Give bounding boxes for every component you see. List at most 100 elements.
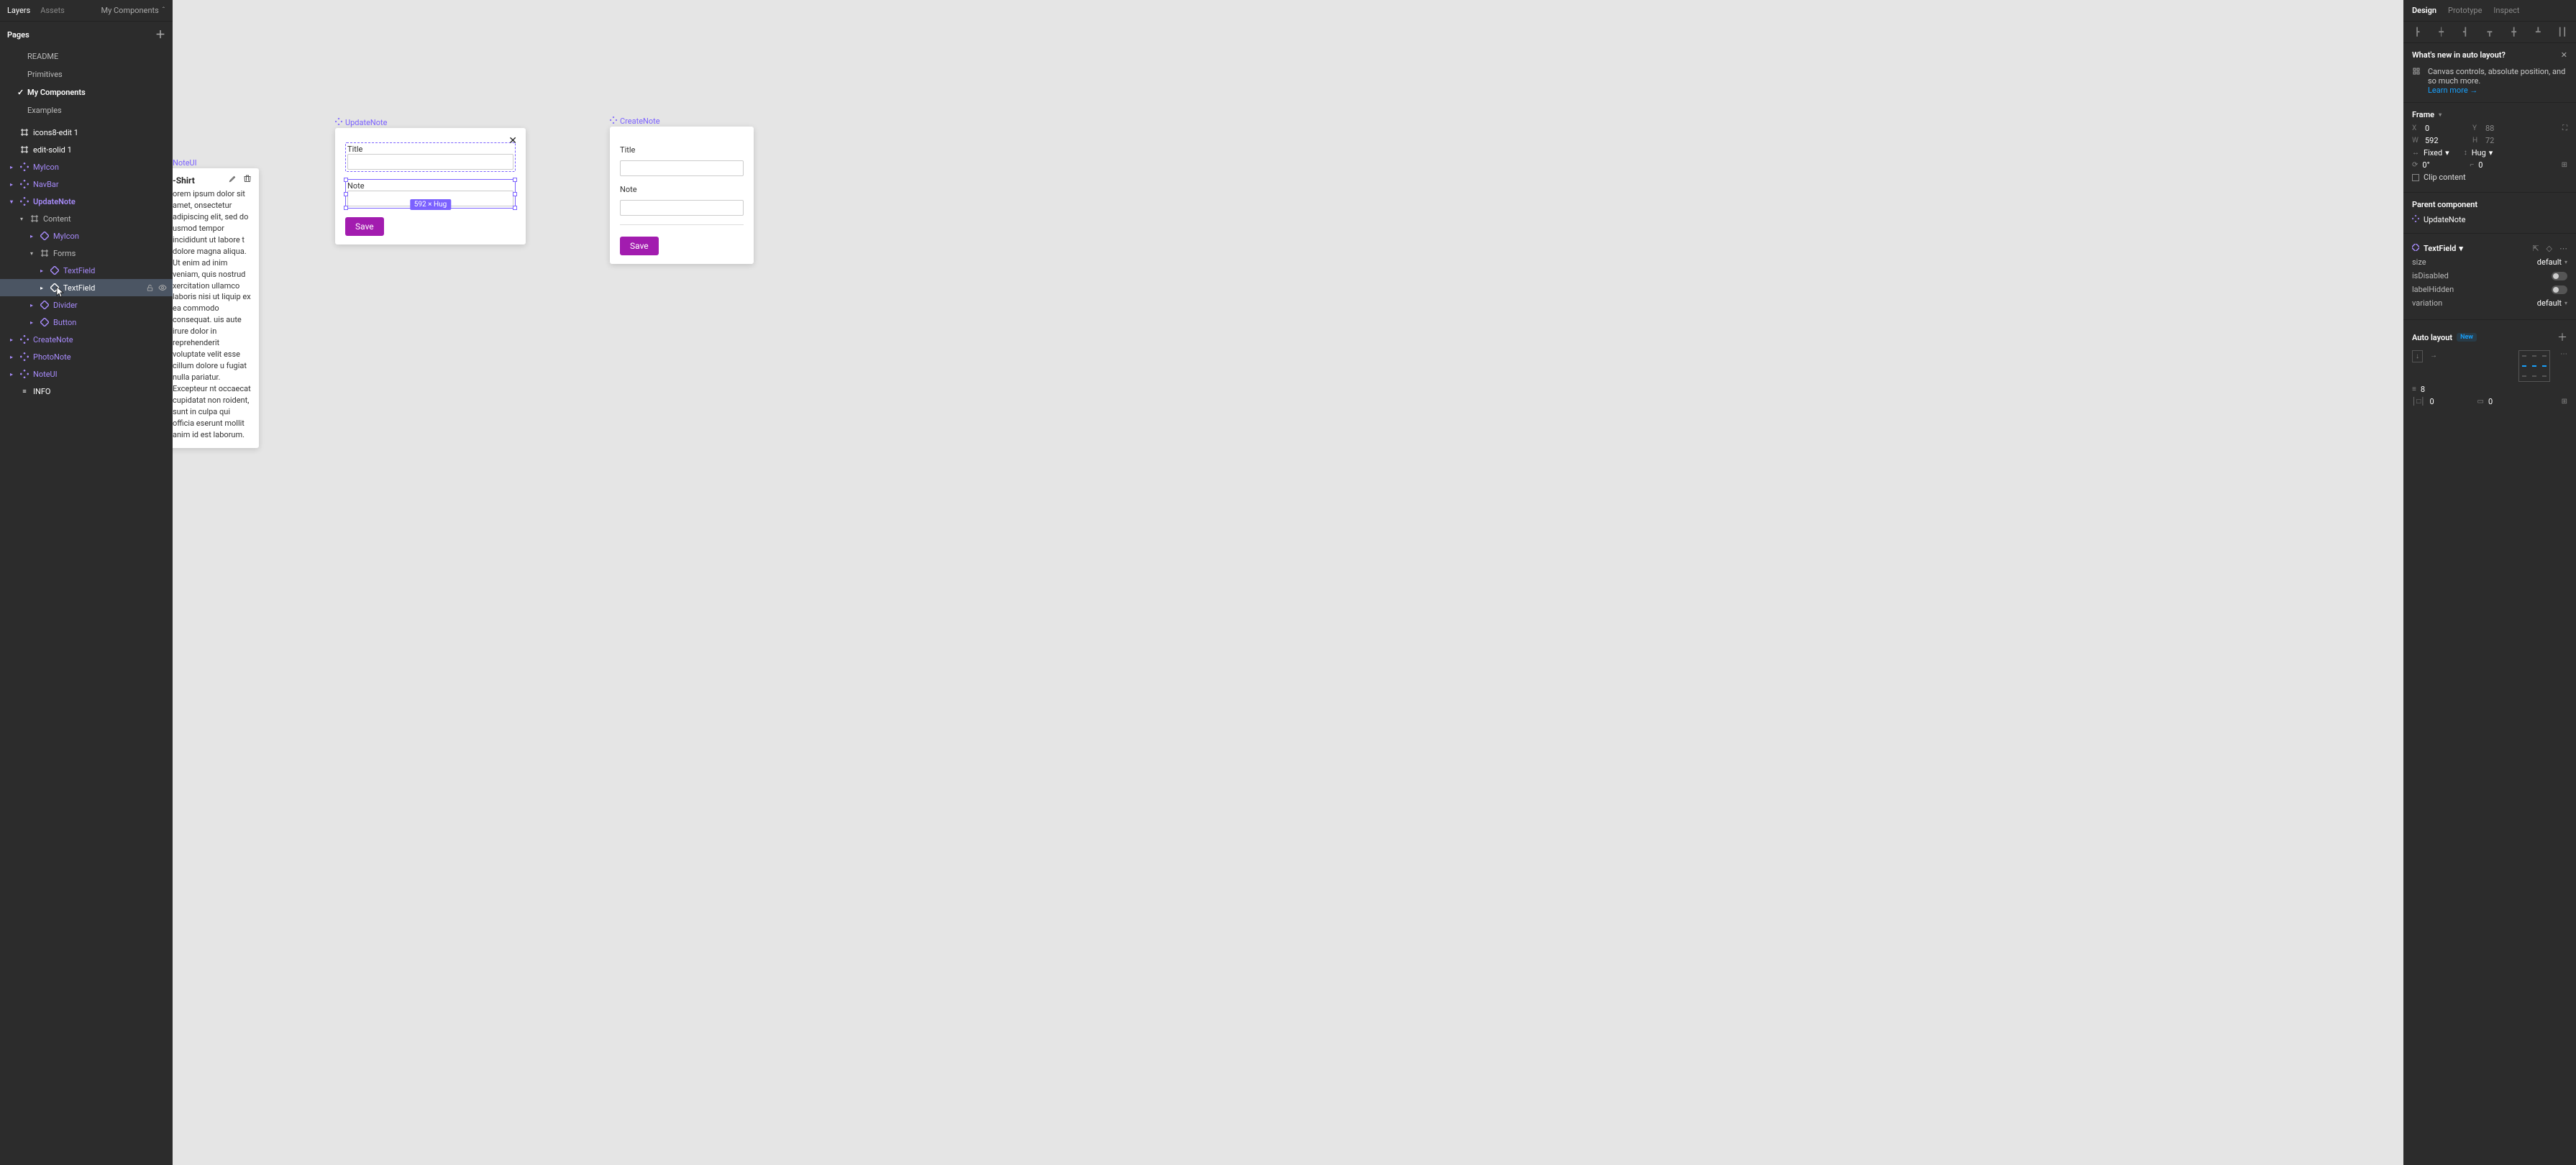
- layer-row[interactable]: UpdateNote: [0, 193, 173, 210]
- tab-layers[interactable]: Layers: [7, 6, 30, 15]
- layer-row[interactable]: ≡INFO: [0, 383, 173, 400]
- close-icon[interactable]: ✕: [508, 135, 517, 147]
- close-icon[interactable]: ✕: [2561, 50, 2567, 60]
- lock-icon[interactable]: [145, 283, 154, 292]
- frame-label-noteui[interactable]: NoteUI: [173, 158, 197, 168]
- layer-row[interactable]: NavBar: [0, 175, 173, 193]
- canvas[interactable]: NoteUI -Shirt orem ipsum dolor sit amet,…: [173, 0, 2403, 1165]
- direction-horizontal-icon[interactable]: →: [2427, 350, 2440, 362]
- padv-input[interactable]: [2488, 397, 2531, 406]
- frame-label-updatenote[interactable]: UpdateNote: [335, 118, 387, 127]
- add-autolayout-button[interactable]: ＋: [2557, 330, 2567, 344]
- frame-label-createnote[interactable]: CreateNote: [610, 116, 660, 126]
- padh-input[interactable]: [2430, 397, 2473, 406]
- layer-row[interactable]: Button: [0, 314, 173, 331]
- save-button[interactable]: Save: [620, 237, 659, 255]
- tab-design[interactable]: Design: [2412, 6, 2436, 15]
- wmode-select[interactable]: Fixed▾: [2424, 148, 2449, 157]
- align-hcenter-icon[interactable]: ┿: [2436, 27, 2447, 37]
- chevron-right-icon[interactable]: [7, 163, 16, 171]
- instance-options-icon[interactable]: ◇: [2547, 244, 2552, 253]
- chevron-right-icon[interactable]: [27, 232, 36, 240]
- layer-row[interactable]: TextField: [0, 262, 173, 279]
- chevron-right-icon[interactable]: [27, 318, 36, 326]
- gap-input[interactable]: [2421, 385, 2464, 394]
- title-input[interactable]: [347, 154, 513, 170]
- learn-more-link[interactable]: Learn more →: [2428, 86, 2477, 95]
- page-item[interactable]: Examples: [0, 101, 173, 119]
- h-input[interactable]: [2485, 136, 2529, 145]
- chevron-down-icon[interactable]: ▾: [2439, 111, 2442, 118]
- component-icon: [20, 370, 29, 378]
- align-vcenter-icon[interactable]: ╋: [2509, 27, 2519, 37]
- visibility-icon[interactable]: [158, 283, 167, 292]
- chevron-down-icon[interactable]: [7, 197, 16, 206]
- chevron-right-icon[interactable]: [37, 283, 46, 292]
- layer-row[interactable]: MyIcon: [0, 158, 173, 175]
- noteui-card[interactable]: -Shirt orem ipsum dolor sit amet, onsect…: [173, 168, 259, 448]
- page-item[interactable]: README: [0, 47, 173, 65]
- edit-icon[interactable]: [229, 174, 237, 185]
- delete-icon[interactable]: [243, 174, 252, 185]
- abs-position-icon[interactable]: ⛶: [2562, 124, 2567, 132]
- dimension-badge: 592 × Hug: [410, 199, 451, 210]
- layer-row[interactable]: TextField: [0, 279, 173, 296]
- independent-padding-icon[interactable]: ⊞: [2562, 398, 2567, 406]
- page-selector[interactable]: My Components ˆ: [101, 6, 165, 15]
- hmode-select[interactable]: Hug▾: [2472, 148, 2493, 157]
- chevron-down-icon[interactable]: [17, 214, 26, 223]
- layer-row[interactable]: CreateNote: [0, 331, 173, 348]
- select-variation[interactable]: default ▾: [2537, 298, 2567, 308]
- layer-row[interactable]: edit-solid 1: [0, 141, 173, 158]
- layer-row[interactable]: Forms: [0, 245, 173, 262]
- add-page-button[interactable]: ＋: [155, 27, 165, 42]
- tab-prototype[interactable]: Prototype: [2448, 6, 2482, 15]
- chevron-right-icon[interactable]: [7, 180, 16, 188]
- layer-row[interactable]: icons8-edit 1: [0, 124, 173, 141]
- tab-inspect[interactable]: Inspect: [2493, 6, 2519, 15]
- chevron-right-icon[interactable]: [7, 335, 16, 344]
- note-input[interactable]: [620, 200, 744, 216]
- select-size[interactable]: default ▾: [2537, 257, 2567, 267]
- more-icon[interactable]: ⋯: [2559, 244, 2567, 253]
- save-button[interactable]: Save: [345, 217, 384, 236]
- chevron-right-icon[interactable]: [37, 266, 46, 275]
- page-item[interactable]: ✓My Components: [0, 83, 173, 101]
- align-left-icon[interactable]: ┣: [2412, 27, 2422, 37]
- page-item[interactable]: Primitives: [0, 65, 173, 83]
- chevron-right-icon[interactable]: [7, 352, 16, 361]
- title-input[interactable]: [620, 160, 744, 176]
- layer-row[interactable]: PhotoNote: [0, 348, 173, 365]
- toggle-isDisabled[interactable]: [2552, 272, 2567, 280]
- layer-row[interactable]: MyIcon: [0, 227, 173, 245]
- angle-input[interactable]: [2422, 160, 2465, 170]
- toggle-labelHidden[interactable]: [2552, 285, 2567, 294]
- createnote-card[interactable]: Title Note Save: [610, 127, 754, 264]
- distribute-icon[interactable]: ┃┃: [2557, 27, 2567, 37]
- parent-component-link[interactable]: UpdateNote: [2412, 214, 2567, 226]
- w-input[interactable]: [2425, 136, 2468, 145]
- layer-row[interactable]: Content: [0, 210, 173, 227]
- align-right-icon[interactable]: ┫: [2460, 27, 2470, 37]
- component-icon: [20, 197, 29, 206]
- clip-content-checkbox[interactable]: [2412, 174, 2419, 181]
- autolayout-more-icon[interactable]: ⋯: [2560, 350, 2567, 358]
- align-bottom-icon[interactable]: ┻: [2533, 27, 2543, 37]
- y-input[interactable]: [2485, 124, 2529, 133]
- alignment-box[interactable]: [2518, 350, 2550, 382]
- updatenote-card[interactable]: ✕ Title Note 592 × Hug Save: [335, 128, 526, 245]
- instance-swap[interactable]: TextField▾: [2424, 244, 2463, 253]
- direction-vertical-icon[interactable]: ↓: [2412, 350, 2423, 362]
- chevron-down-icon[interactable]: [27, 249, 36, 257]
- layer-row[interactable]: Divider: [0, 296, 173, 314]
- layer-row[interactable]: NoteUI: [0, 365, 173, 383]
- align-top-icon[interactable]: ┳: [2485, 27, 2495, 37]
- x-input[interactable]: [2425, 124, 2468, 133]
- chevron-right-icon[interactable]: [7, 370, 16, 378]
- layer-name: INFO: [33, 387, 51, 396]
- independent-corners-icon[interactable]: ⊞: [2562, 161, 2567, 169]
- radius-input[interactable]: [2478, 160, 2521, 170]
- go-to-main-icon[interactable]: ⇱: [2532, 244, 2539, 253]
- tab-assets[interactable]: Assets: [40, 6, 65, 15]
- chevron-right-icon[interactable]: [27, 301, 36, 309]
